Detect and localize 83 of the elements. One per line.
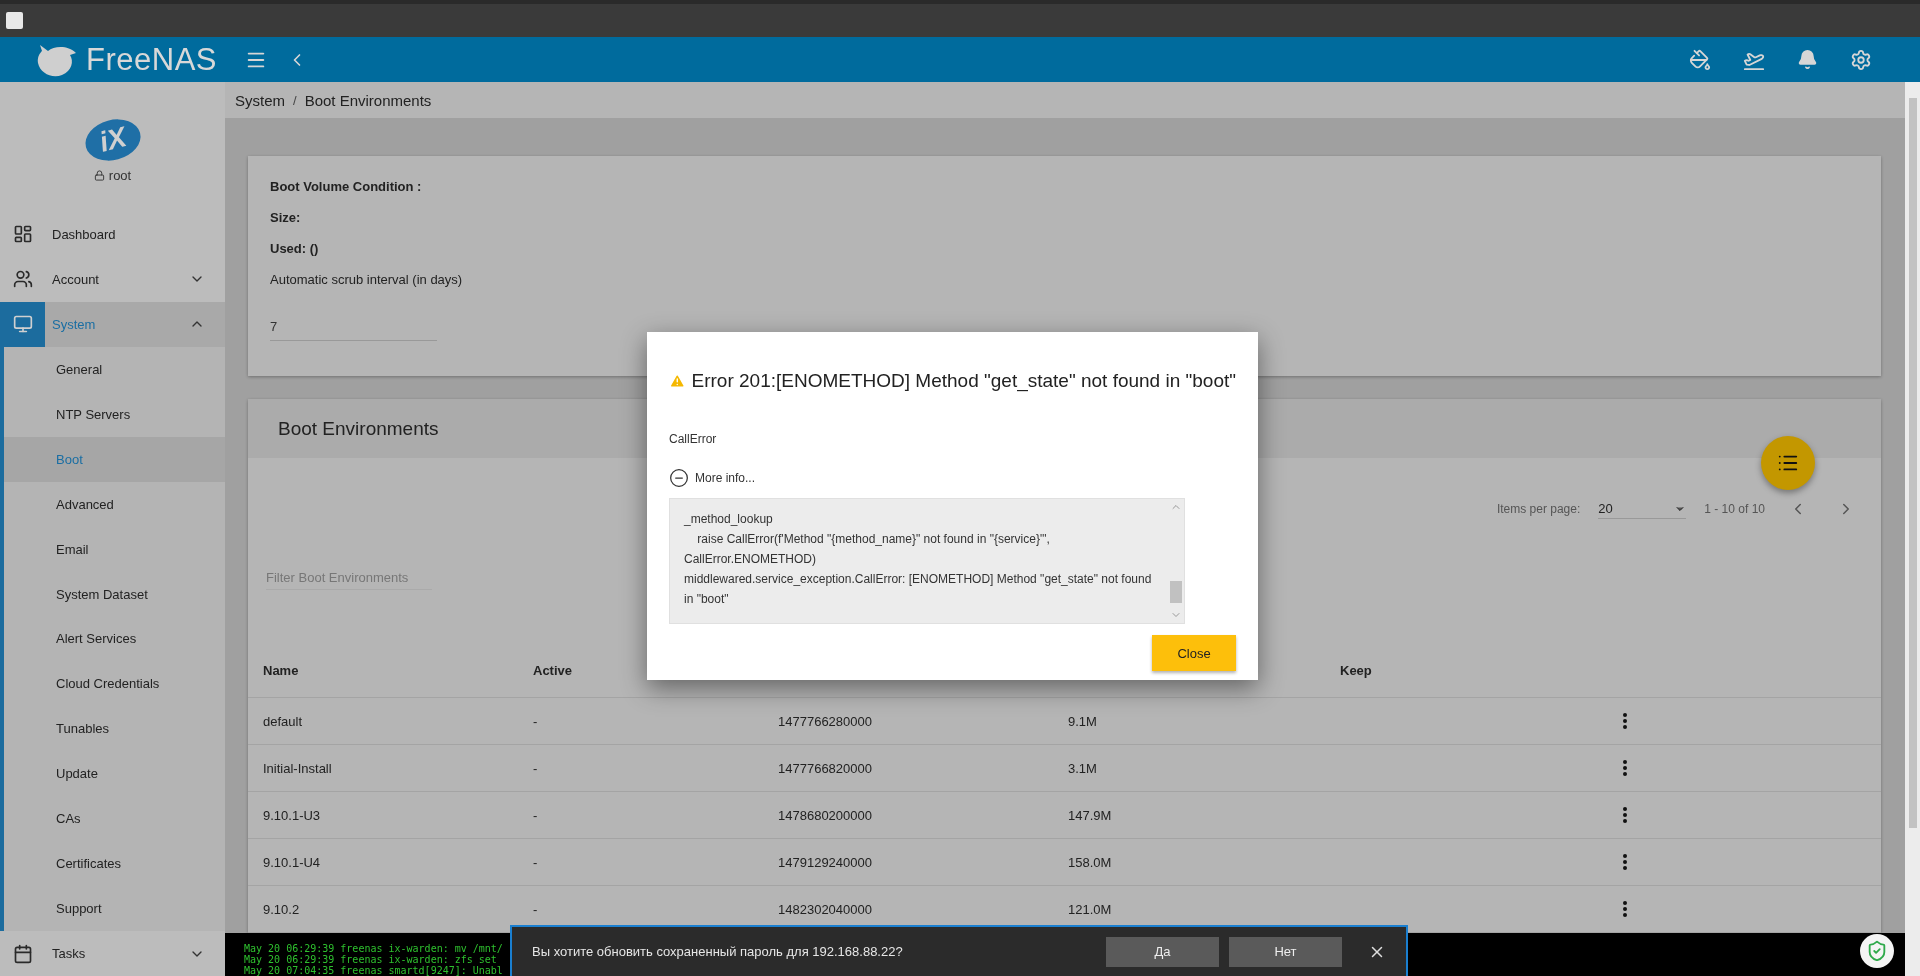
traceback-line: middlewared.service_exception.CallError: [ENOMETHOD] Method "get_state" not found in "boot" xyxy=(684,571,1153,608)
nav-subitem[interactable]: Update xyxy=(0,751,225,797)
boot-volume-field: Size: xyxy=(270,210,1859,225)
scrollbar[interactable] xyxy=(1905,82,1920,976)
table-cell-text: Initial-Install xyxy=(263,760,333,776)
yes-button[interactable]: Да xyxy=(1106,936,1219,967)
table-cell-text: 147.9M xyxy=(1068,807,1113,823)
dashboard-icon xyxy=(12,224,33,245)
boot-volume-field: Used: () xyxy=(270,241,1859,256)
items-per-page-select[interactable]: 20 xyxy=(1598,499,1687,519)
table-cell-text: 1477766820000 xyxy=(778,760,873,776)
monitor-icon xyxy=(12,314,33,335)
dialog-title: Error 201:[ENOMETHOD] Method "get_state" not found in "boot" xyxy=(691,370,1236,392)
scrub-interval-field[interactable]: 7 xyxy=(270,311,437,341)
nav-subitem[interactable]: Tunables xyxy=(0,706,225,752)
more-vertical-icon xyxy=(1623,854,1627,870)
table-cell-text: 9.10.1-U3 xyxy=(263,807,322,823)
table-cell-text: 1482302040000 xyxy=(778,901,873,917)
nav-subitem[interactable]: Email xyxy=(0,526,225,572)
terminal-line: May 20 07:04:35 freenas smartd[9247]: Unabl xyxy=(244,965,503,976)
nav-subitem[interactable]: NTP Servers xyxy=(0,391,225,437)
breadcrumb-item[interactable]: System xyxy=(235,91,285,109)
shield-check-icon xyxy=(1866,940,1888,962)
breadcrumb-separator: / xyxy=(293,92,297,108)
table-cell-text: 3.1M xyxy=(1068,760,1098,776)
calendar-icon xyxy=(12,943,33,964)
scrub-interval-label: Automatic scrub interval (in days) xyxy=(270,272,464,287)
more-vertical-icon xyxy=(1623,901,1627,917)
table-cell-text: - xyxy=(533,807,539,823)
nav-subitem[interactable]: Advanced xyxy=(0,481,225,527)
brand-name: FreeNAS xyxy=(86,41,217,78)
nav-subitem[interactable]: Cloud Credentials xyxy=(0,661,225,707)
bell-icon xyxy=(1797,49,1818,70)
table-cell-text: 9.10.2 xyxy=(263,901,301,917)
nav-subitem[interactable]: General xyxy=(0,346,225,392)
breadcrumb-item[interactable]: Boot Environments xyxy=(304,91,432,109)
settings-icon xyxy=(1850,48,1872,71)
table-cell-text: 1477766280000 xyxy=(778,713,873,729)
minus-circle-icon xyxy=(669,468,689,488)
traceback-line: _method_lookup xyxy=(684,511,774,528)
table-cell-text: default xyxy=(263,713,304,729)
column-header: Name xyxy=(263,663,300,678)
scroll-thumb[interactable] xyxy=(1170,581,1182,603)
nav-subitem[interactable]: Certificates xyxy=(0,841,225,887)
more-info-toggle[interactable]: More info... xyxy=(669,468,1236,488)
lock-icon xyxy=(93,170,105,181)
paint-bucket-icon xyxy=(1689,48,1711,71)
more-vertical-icon xyxy=(1623,807,1627,823)
table-cell-text: 9.10.1-U4 xyxy=(263,854,322,870)
table-cell-text: - xyxy=(533,713,539,729)
traceback-line: raise CallError(f'Method "{method_name}" not found in "{service}"', CallError.ENOMETHOD) xyxy=(684,531,1051,568)
table-cell-text: - xyxy=(533,901,539,917)
prompt-text: Вы хотите обновить сохраненный пароль для 192.168.88.22? xyxy=(532,944,904,959)
nav-subitem[interactable]: Alert Services xyxy=(0,616,225,662)
boot-volume-field: Boot Volume Condition : xyxy=(270,179,1859,194)
more-vertical-icon xyxy=(1623,760,1627,776)
nav-subitem[interactable]: System Dataset xyxy=(0,571,225,617)
nav-item[interactable]: Tasks xyxy=(0,931,225,976)
filter-field[interactable]: Filter Boot Environments xyxy=(266,566,432,590)
terminal-line: May 20 06:29:39 freenas ix-warden: mv /mnt/ xyxy=(244,943,503,954)
scroll-thumb[interactable] xyxy=(1908,98,1917,828)
table-cell-text: 1479129240000 xyxy=(778,854,873,870)
column-header: Keep xyxy=(1340,663,1373,678)
nav-subitem[interactable]: Support xyxy=(0,886,225,932)
close-button[interactable]: Close xyxy=(1152,635,1236,671)
people-icon xyxy=(12,269,33,290)
column-header: Active xyxy=(533,663,574,678)
table-cell-text: - xyxy=(533,760,539,776)
nav-item[interactable]: Dashboard xyxy=(0,211,225,257)
table-cell-text: 1478680200000 xyxy=(778,807,873,823)
table-cell-text: 9.1M xyxy=(1068,713,1098,729)
more-vertical-icon xyxy=(1623,713,1627,729)
user-name: root xyxy=(93,168,132,183)
terminal-line: May 20 06:29:39 freenas ix-warden: zfs set xyxy=(244,954,497,965)
items-per-page-label: Items per page: xyxy=(1496,502,1581,516)
table-cell-text: - xyxy=(533,854,539,870)
no-button[interactable]: Нет xyxy=(1229,936,1342,967)
nav-item[interactable]: Account xyxy=(0,256,225,302)
table-cell-text: 121.0M xyxy=(1068,901,1113,917)
nav-subitem[interactable]: CAs xyxy=(0,796,225,842)
table-cell-text: 158.0M xyxy=(1068,854,1113,870)
page-range: 1 - 10 of 10 xyxy=(1704,502,1765,516)
error-type: CallError xyxy=(669,432,718,446)
